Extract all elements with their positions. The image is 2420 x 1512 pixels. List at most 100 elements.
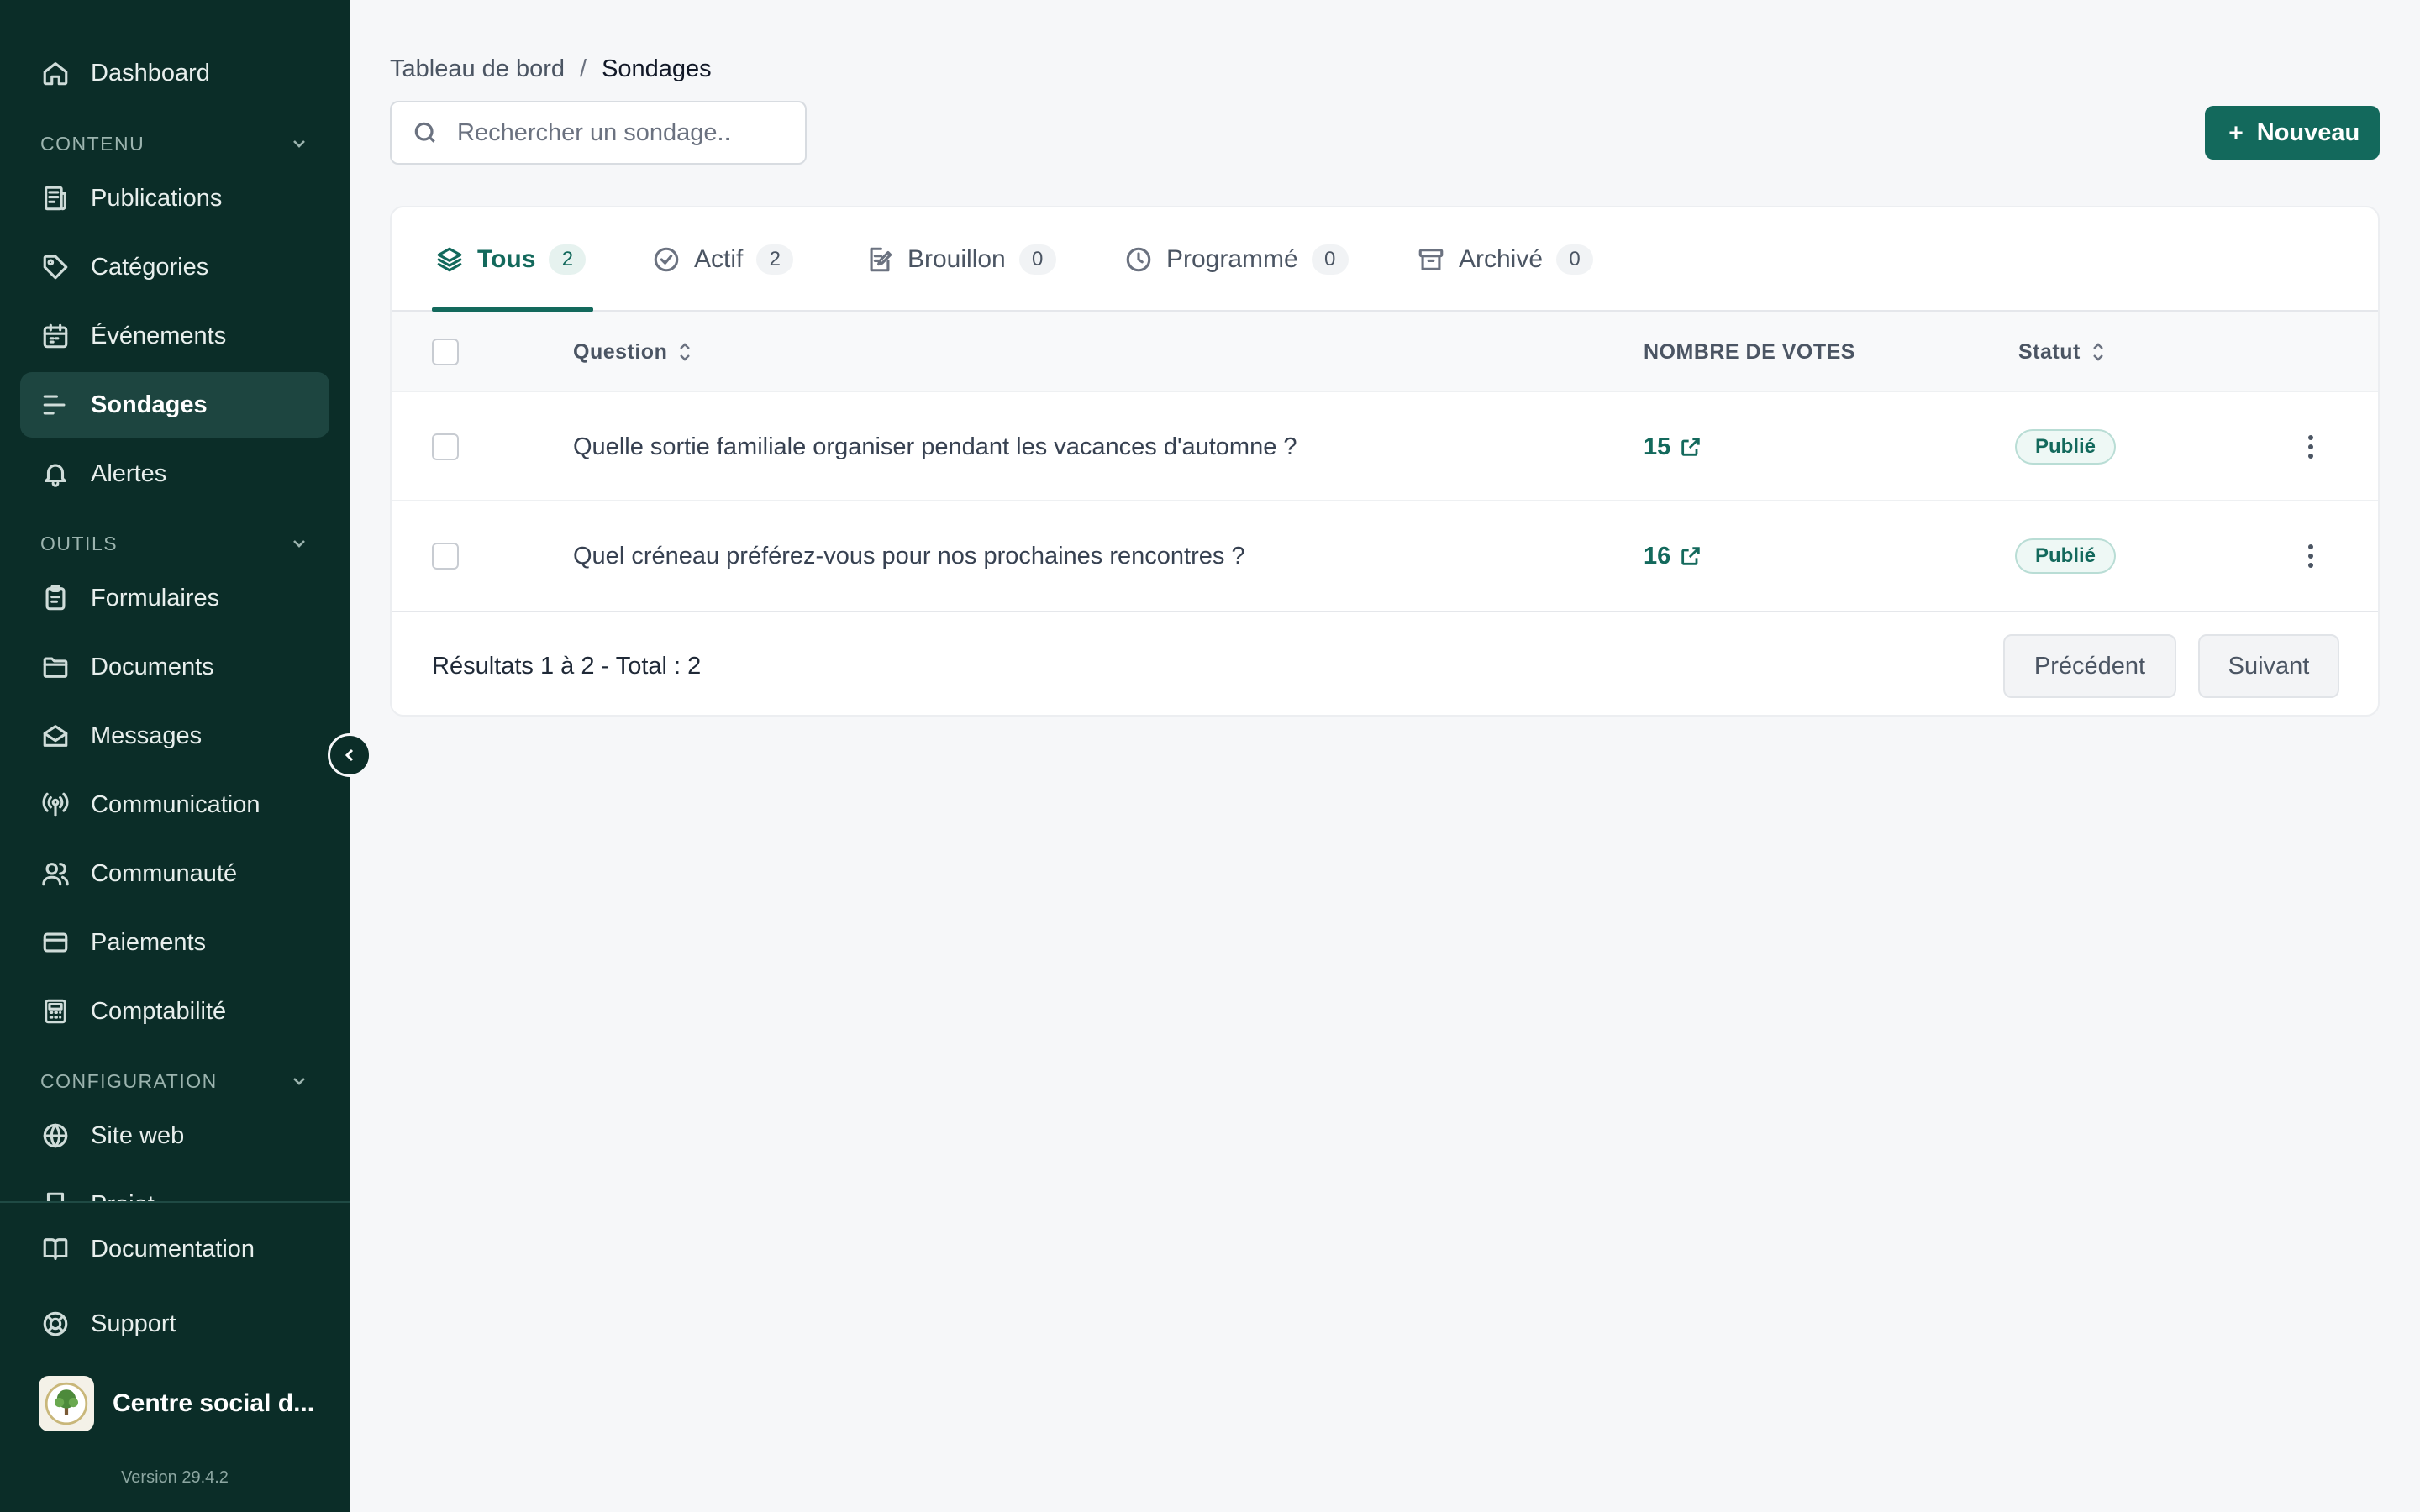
section-title: CONTENU: [40, 132, 145, 155]
bookmark-icon: [40, 1189, 71, 1201]
more-vertical-icon: [2308, 544, 2313, 568]
sidebar-item-communaute[interactable]: Communauté: [20, 841, 329, 906]
search-input[interactable]: [457, 118, 776, 147]
new-poll-button[interactable]: Nouveau: [2205, 106, 2380, 160]
column-label: Statut: [2018, 339, 2081, 364]
sidebar-item-documentation[interactable]: Documentation: [20, 1216, 329, 1282]
section-title: CONFIGURATION: [40, 1069, 218, 1092]
sidebar-collapse-button[interactable]: [328, 733, 371, 777]
votes-link[interactable]: 15: [1644, 392, 1702, 501]
sidebar-item-publications[interactable]: Publications: [20, 165, 329, 231]
tab-count-badge: 0: [1556, 244, 1594, 275]
sort-icon: [2092, 343, 2103, 361]
sidebar-item-alertes[interactable]: Alertes: [20, 441, 329, 507]
tab-archive[interactable]: Archivé 0: [1417, 207, 1594, 312]
select-all-checkbox[interactable]: [432, 339, 459, 365]
external-link-icon: [1681, 438, 1700, 456]
tab-label: Actif: [694, 245, 744, 273]
folder-icon: [40, 652, 71, 682]
sidebar-nav[interactable]: Dashboard CONTENU Publications Catégorie…: [0, 0, 350, 1201]
chevron-down-icon: [293, 540, 305, 548]
tab-count-badge: 0: [1018, 244, 1056, 275]
search-box[interactable]: [390, 101, 807, 165]
table-row[interactable]: Quelle sortie familiale organiser pendan…: [392, 392, 2378, 501]
sidebar-item-label: Comptabilité: [91, 997, 227, 1025]
archive-icon: [1418, 249, 1444, 270]
sidebar-item-evenements[interactable]: Événements: [20, 303, 329, 369]
sidebar: Dashboard CONTENU Publications Catégorie…: [0, 0, 350, 1512]
sidebar-item-dashboard[interactable]: Dashboard: [20, 40, 329, 106]
sidebar-item-documents[interactable]: Documents: [20, 634, 329, 700]
section-configuration-toggle[interactable]: CONFIGURATION: [40, 1064, 309, 1098]
section-outils-toggle[interactable]: OUTILS: [40, 527, 309, 560]
tag-icon: [40, 252, 71, 282]
sidebar-item-label: Formulaires: [91, 584, 220, 612]
row-actions-menu[interactable]: [2294, 430, 2328, 464]
chevron-down-icon: [293, 140, 305, 148]
poll-question[interactable]: Quel créneau préférez-vous pour nos proc…: [573, 501, 1245, 611]
sidebar-item-label: Dashboard: [91, 59, 210, 87]
poll-question[interactable]: Quelle sortie familiale organiser pendan…: [573, 392, 1297, 501]
votes-link[interactable]: 16: [1644, 501, 1702, 611]
sidebar-item-label: Support: [91, 1310, 176, 1337]
status-badge: Publié: [2015, 538, 2117, 574]
organization-switcher[interactable]: Centre social d...: [39, 1376, 324, 1431]
tab-brouillon[interactable]: Brouillon 0: [865, 207, 1056, 312]
tab-actif[interactable]: Actif 2: [652, 207, 794, 312]
breadcrumb: Tableau de bord / Sondages: [390, 55, 712, 83]
tab-label: Brouillon: [908, 245, 1006, 273]
organization-name: Centre social d...: [113, 1389, 315, 1417]
sidebar-item-formulaires[interactable]: Formulaires: [20, 565, 329, 631]
users-icon: [40, 858, 71, 889]
column-header-status[interactable]: Statut: [2018, 312, 2107, 392]
check-circle-icon: [654, 247, 679, 272]
sidebar-item-communication[interactable]: Communication: [20, 772, 329, 837]
tab-label: Programmé: [1166, 245, 1298, 273]
column-header-question[interactable]: Question: [573, 312, 694, 392]
sidebar-item-label: Site web: [91, 1121, 185, 1149]
previous-page-button[interactable]: Précédent: [2003, 634, 2176, 698]
next-page-button[interactable]: Suivant: [2198, 634, 2339, 698]
polls-card: Tous 2 Actif 2 Brouillon 0 Programmé 0 A…: [390, 206, 2380, 717]
sort-icon: [680, 343, 691, 361]
sidebar-item-site-web[interactable]: Site web: [20, 1103, 329, 1168]
section-contenu-toggle[interactable]: CONTENU: [40, 127, 309, 160]
tab-label: Archivé: [1459, 245, 1544, 273]
clipboard-icon: [40, 583, 71, 613]
table-row[interactable]: Quel créneau préférez-vous pour nos proc…: [392, 501, 2378, 611]
row-checkbox[interactable]: [432, 433, 459, 460]
sidebar-item-support[interactable]: Support: [20, 1291, 329, 1357]
status-badge: Publié: [2015, 429, 2117, 465]
sidebar-item-label: Sondages: [91, 391, 208, 418]
sidebar-item-label: Événements: [91, 322, 227, 349]
sidebar-item-label: Alertes: [91, 459, 167, 487]
breadcrumb-link-dashboard[interactable]: Tableau de bord: [390, 55, 565, 83]
sidebar-item-categories[interactable]: Catégories: [20, 234, 329, 300]
pagination-bar: Résultats 1 à 2 - Total : 2 Précédent Su…: [392, 611, 2378, 715]
breadcrumb-separator: /: [580, 55, 587, 82]
chevron-left-icon: [345, 748, 354, 762]
column-label: NOMBRE DE VOTES: [1644, 339, 1855, 364]
sidebar-item-projet[interactable]: Projet: [20, 1172, 329, 1201]
broadcast-icon: [40, 790, 71, 820]
sidebar-item-label: Paiements: [91, 928, 207, 956]
sidebar-item-messages[interactable]: Messages: [20, 703, 329, 769]
tab-tous[interactable]: Tous 2: [435, 207, 587, 312]
tab-count-badge: 2: [756, 244, 794, 275]
row-checkbox[interactable]: [432, 543, 459, 570]
sidebar-item-label: Messages: [91, 722, 203, 749]
sidebar-divider: [0, 1201, 350, 1203]
new-button-label: Nouveau: [2256, 118, 2360, 146]
plus-icon: [2229, 126, 2243, 139]
table-header: Question NOMBRE DE VOTES Statut: [392, 312, 2378, 392]
tab-count-badge: 2: [549, 244, 587, 275]
sidebar-item-paiements[interactable]: Paiements: [20, 910, 329, 975]
more-vertical-icon: [2308, 435, 2313, 459]
tab-programme[interactable]: Programmé 0: [1124, 207, 1349, 312]
sidebar-item-sondages[interactable]: Sondages: [20, 372, 329, 438]
row-actions-menu[interactable]: [2294, 539, 2328, 573]
chevron-down-icon: [293, 1078, 305, 1085]
results-summary: Résultats 1 à 2 - Total : 2: [432, 652, 702, 680]
section-title: OUTILS: [40, 532, 118, 554]
sidebar-item-comptabilite[interactable]: Comptabilité: [20, 979, 329, 1044]
